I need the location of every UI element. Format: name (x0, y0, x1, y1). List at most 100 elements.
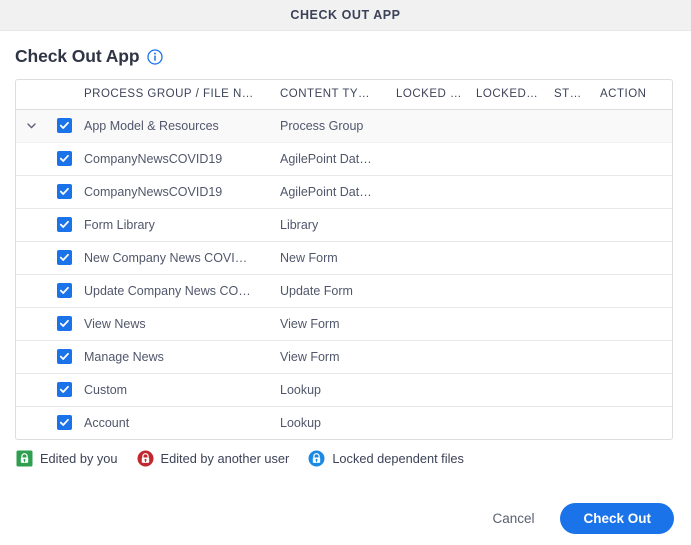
table-row[interactable]: CompanyNewsCOVID19 AgilePoint Dat… (16, 175, 672, 209)
row-select-cell (46, 406, 84, 439)
row-expander-cell (16, 340, 46, 374)
table-row[interactable]: New Company News COVI… New Form (16, 241, 672, 275)
cell-locked-by (396, 175, 476, 209)
cell-content-type: AgilePoint Dat… (280, 142, 396, 176)
table-row[interactable]: View News View Form (16, 307, 672, 341)
cell-action (600, 340, 672, 374)
row-select-cell (46, 274, 84, 308)
column-header-content-type[interactable]: CONTENT TY… (280, 80, 396, 110)
table-row[interactable]: Manage News View Form (16, 340, 672, 374)
cell-locked-by (396, 307, 476, 341)
column-header-toggle (16, 80, 46, 110)
row-checkbox[interactable] (57, 415, 72, 431)
column-header-process-group-file-name[interactable]: PROCESS GROUP / FILE N… (84, 80, 280, 110)
checkout-file-table: PROCESS GROUP / FILE N… CONTENT TY… LOCK… (15, 79, 673, 440)
cell-locked-date (476, 274, 554, 308)
page-heading-row: Check Out App (0, 31, 691, 67)
cell-content-type: AgilePoint Dat… (280, 175, 396, 209)
page-title: Check Out App (15, 46, 140, 66)
cell-locked-date (476, 175, 554, 209)
cell-action (600, 208, 672, 242)
cell-status (554, 307, 600, 341)
cell-content-type: Lookup (280, 373, 396, 407)
cell-status (554, 208, 600, 242)
column-header-locked-date[interactable]: LOCKED… (476, 80, 554, 110)
row-select-cell (46, 373, 84, 407)
cell-locked-date (476, 373, 554, 407)
row-expander-cell (16, 241, 46, 275)
row-select-cell (46, 208, 84, 242)
row-checkbox[interactable] (57, 283, 72, 298)
cell-action (600, 109, 672, 143)
check-out-app-dialog: CHECK OUT APP Check Out App PROCESS GROU… (0, 0, 691, 545)
row-checkbox[interactable] (57, 118, 72, 133)
legend-item: Locked dependent files (308, 450, 464, 467)
row-expander-cell (16, 142, 46, 176)
table-body: App Model & Resources Process Group Compan… (16, 109, 672, 439)
row-expander-cell (16, 274, 46, 308)
column-header-locked-by[interactable]: LOCKED … (396, 80, 476, 110)
cell-action (600, 241, 672, 275)
cell-file-name: CompanyNewsCOVID19 (84, 175, 280, 209)
cell-action (600, 142, 672, 176)
chevron-down-icon[interactable] (16, 119, 46, 132)
legend-label: Edited by another user (160, 451, 290, 466)
table-header-row: PROCESS GROUP / FILE N… CONTENT TY… LOCK… (16, 80, 672, 110)
row-checkbox[interactable] (57, 382, 72, 397)
cell-locked-by (396, 406, 476, 439)
cell-locked-by (396, 340, 476, 374)
cell-content-type: Library (280, 208, 396, 242)
cell-file-name: New Company News COVI… (84, 241, 280, 275)
lock-square-green-icon (16, 450, 33, 467)
row-checkbox[interactable] (57, 184, 72, 199)
check-out-button[interactable]: Check Out (560, 503, 674, 534)
column-header-select (46, 80, 84, 110)
cell-locked-by (396, 241, 476, 275)
cell-status (554, 373, 600, 407)
lock-circle-red-icon (137, 450, 154, 467)
status-legend: Edited by you Edited by another user Locke… (16, 450, 691, 467)
cell-locked-date (476, 307, 554, 341)
row-checkbox[interactable] (57, 217, 72, 232)
legend-label: Edited by you (40, 451, 118, 466)
row-checkbox[interactable] (57, 349, 72, 364)
legend-item: Edited by another user (137, 450, 290, 467)
cell-file-name: App Model & Resources (84, 109, 280, 143)
row-select-cell (46, 175, 84, 209)
cell-status (554, 175, 600, 209)
row-select-cell (46, 109, 84, 143)
cell-locked-date (476, 241, 554, 275)
row-expander-cell (16, 307, 46, 341)
cell-file-name: CompanyNewsCOVID19 (84, 142, 280, 176)
cell-action (600, 373, 672, 407)
cell-content-type: Update Form (280, 274, 396, 308)
row-checkbox[interactable] (57, 316, 72, 331)
cell-status (554, 406, 600, 439)
cancel-button[interactable]: Cancel (484, 505, 542, 532)
info-circle-icon[interactable] (147, 48, 164, 65)
row-expander-cell (16, 406, 46, 439)
row-checkbox[interactable] (57, 151, 72, 166)
cell-locked-by (396, 109, 476, 143)
column-header-action[interactable]: ACTION (600, 80, 672, 110)
table-row[interactable]: Custom Lookup (16, 373, 672, 407)
row-checkbox[interactable] (57, 250, 72, 265)
legend-item: Edited by you (16, 450, 118, 467)
cell-content-type: Process Group (280, 109, 396, 143)
cell-file-name: Account (84, 415, 130, 430)
window-title: CHECK OUT APP (290, 8, 401, 22)
cell-locked-date (476, 406, 554, 439)
cell-file-name: Form Library (84, 208, 280, 242)
column-header-status[interactable]: ST… (554, 80, 600, 110)
table-row[interactable]: App Model & Resources Process Group (16, 109, 672, 143)
row-select-cell (46, 241, 84, 275)
table-row[interactable]: CompanyNewsCOVID19 AgilePoint Dat… (16, 142, 672, 176)
table-row[interactable]: Account Lookup (16, 406, 672, 439)
cell-locked-date (476, 340, 554, 374)
table-row[interactable]: Form Library Library (16, 208, 672, 242)
cell-locked-date (476, 208, 554, 242)
table-row[interactable]: Update Company News CO… Update Form (16, 274, 672, 308)
row-expander-cell (16, 208, 46, 242)
dialog-footer: Cancel Check Out (484, 503, 674, 534)
cell-action (600, 307, 672, 341)
